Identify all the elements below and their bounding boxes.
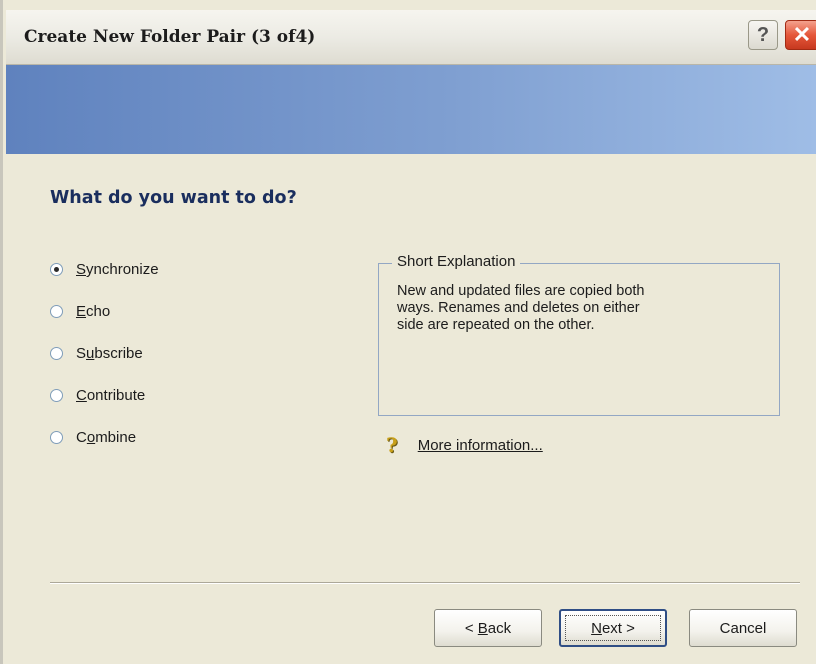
radio-contribute[interactable]: Contribute [50, 384, 145, 406]
header-banner [6, 65, 816, 154]
radio-label-combine: Combine [76, 428, 137, 446]
next-button-label: Next > [591, 619, 635, 637]
radio-button-echo[interactable] [50, 304, 63, 318]
explanation-line: New and updated files are copied both [397, 283, 645, 299]
radio-label-subscribe: Subscribe [76, 344, 143, 362]
radio-synchronize[interactable]: Synchronize [50, 258, 159, 280]
radio-label-synchronize: Synchronize [76, 260, 159, 278]
page-heading: What do you want to do? [50, 188, 297, 208]
radio-button-contribute[interactable] [50, 388, 63, 402]
explanation-line: ways. Renames and deletes on either [397, 300, 640, 316]
radio-button-subscribe[interactable] [50, 346, 63, 360]
cancel-button[interactable]: Cancel [689, 609, 797, 647]
more-information-link[interactable]: More information... [418, 437, 543, 454]
window-title: Create New Folder Pair (3 of4) [24, 27, 316, 47]
radio-subscribe[interactable]: Subscribe [50, 342, 143, 364]
more-information: ? More information... [386, 433, 543, 457]
help-icon: ? [756, 23, 770, 46]
title-bar[interactable]: Create New Folder Pair (3 of4) ? ✕ [6, 10, 816, 65]
lightbulb-icon: ? [386, 433, 398, 457]
radio-label-echo: Echo [76, 302, 111, 320]
next-button[interactable]: Next > [559, 609, 667, 647]
help-button[interactable]: ? [748, 20, 778, 50]
close-button[interactable]: ✕ [785, 20, 816, 50]
close-icon: ✕ [792, 22, 812, 47]
explanation-line: side are repeated on the other. [397, 317, 595, 333]
back-button[interactable]: < Back [434, 609, 542, 647]
radio-button-synchronize[interactable] [50, 262, 63, 276]
dialog-window: Create New Folder Pair (3 of4) ? ✕ What … [0, 0, 816, 664]
cancel-button-label: Cancel [719, 619, 767, 637]
wizard-content: What do you want to do? Synchronize Echo… [6, 154, 816, 664]
short-explanation-groupbox: Short Explanation New and updated files … [378, 253, 780, 416]
radio-label-contribute: Contribute [76, 386, 146, 404]
radio-button-combine[interactable] [50, 430, 63, 444]
radio-echo[interactable]: Echo [50, 300, 110, 322]
short-explanation-legend: Short Explanation [392, 253, 521, 270]
back-button-label: < Back [464, 619, 512, 637]
radio-combine[interactable]: Combine [50, 426, 136, 448]
button-divider [50, 582, 800, 584]
short-explanation-text: New and updated files are copied both wa… [397, 283, 757, 334]
